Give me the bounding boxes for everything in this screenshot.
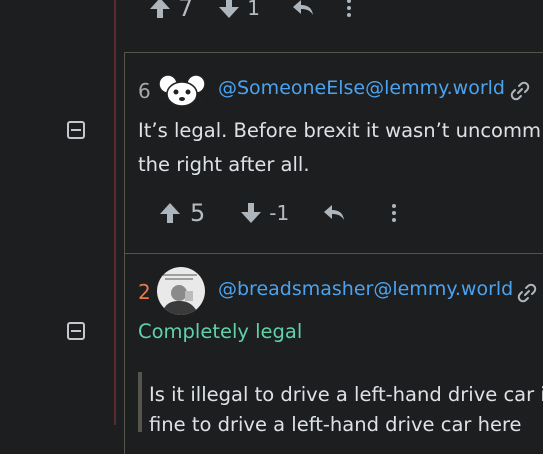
username-link[interactable]: @SomeoneElse@lemmy.world: [218, 77, 505, 99]
upvote-button[interactable]: 5: [158, 199, 205, 227]
thread-line: [114, 0, 116, 425]
permalink-button[interactable]: [517, 283, 537, 303]
more-vertical-icon: [347, 0, 352, 17]
arrow-down-icon: [219, 0, 240, 18]
more-button[interactable]: [346, 0, 352, 18]
downvote-button[interactable]: 1: [217, 0, 260, 20]
reply-icon: [293, 0, 314, 15]
comment-1-vote-row: 5 -1: [158, 199, 397, 227]
comment-index: 2: [138, 280, 151, 304]
downvote-count: -1: [269, 201, 290, 225]
comment-body-line-1: It’s legal. Before brexit it wasn’t unco…: [138, 119, 541, 142]
comment-index: 6: [138, 79, 151, 103]
collapse-icon[interactable]: [67, 121, 85, 139]
avatar[interactable]: [157, 267, 205, 319]
top-vote-row: 7 1: [148, 0, 352, 22]
upvote-button[interactable]: 7: [148, 0, 193, 22]
arrow-down-icon: [241, 203, 262, 223]
collapse-icon[interactable]: [67, 322, 85, 340]
blockquote: [138, 372, 142, 432]
reply-icon: [324, 205, 345, 220]
upvote-count: 7: [178, 0, 194, 22]
reply-button[interactable]: [323, 203, 345, 223]
more-button[interactable]: [391, 203, 397, 223]
more-vertical-icon: [392, 204, 397, 222]
downvote-count: 1: [247, 0, 261, 20]
upvote-count: 5: [190, 199, 206, 227]
link-icon: [517, 283, 537, 303]
permalink-button[interactable]: [510, 81, 530, 101]
mouse-avatar-icon: [158, 74, 206, 107]
comment-body: Completely legal: [138, 320, 303, 343]
arrow-up-icon: [160, 203, 180, 223]
quote-line-1: Is it illegal to drive a left-hand drive…: [149, 383, 543, 406]
link-icon: [510, 81, 530, 101]
quote-line-2: fine to drive a left-hand drive car here: [149, 413, 522, 436]
username-link[interactable]: @breadsmasher@lemmy.world: [218, 278, 513, 300]
avatar[interactable]: [158, 72, 206, 114]
downvote-button[interactable]: -1: [239, 201, 289, 225]
comment-body-line-2: the right after all.: [138, 153, 310, 176]
arrow-up-icon: [150, 0, 170, 18]
profile-photo-avatar-icon: [157, 267, 205, 315]
reply-button[interactable]: [292, 0, 314, 18]
